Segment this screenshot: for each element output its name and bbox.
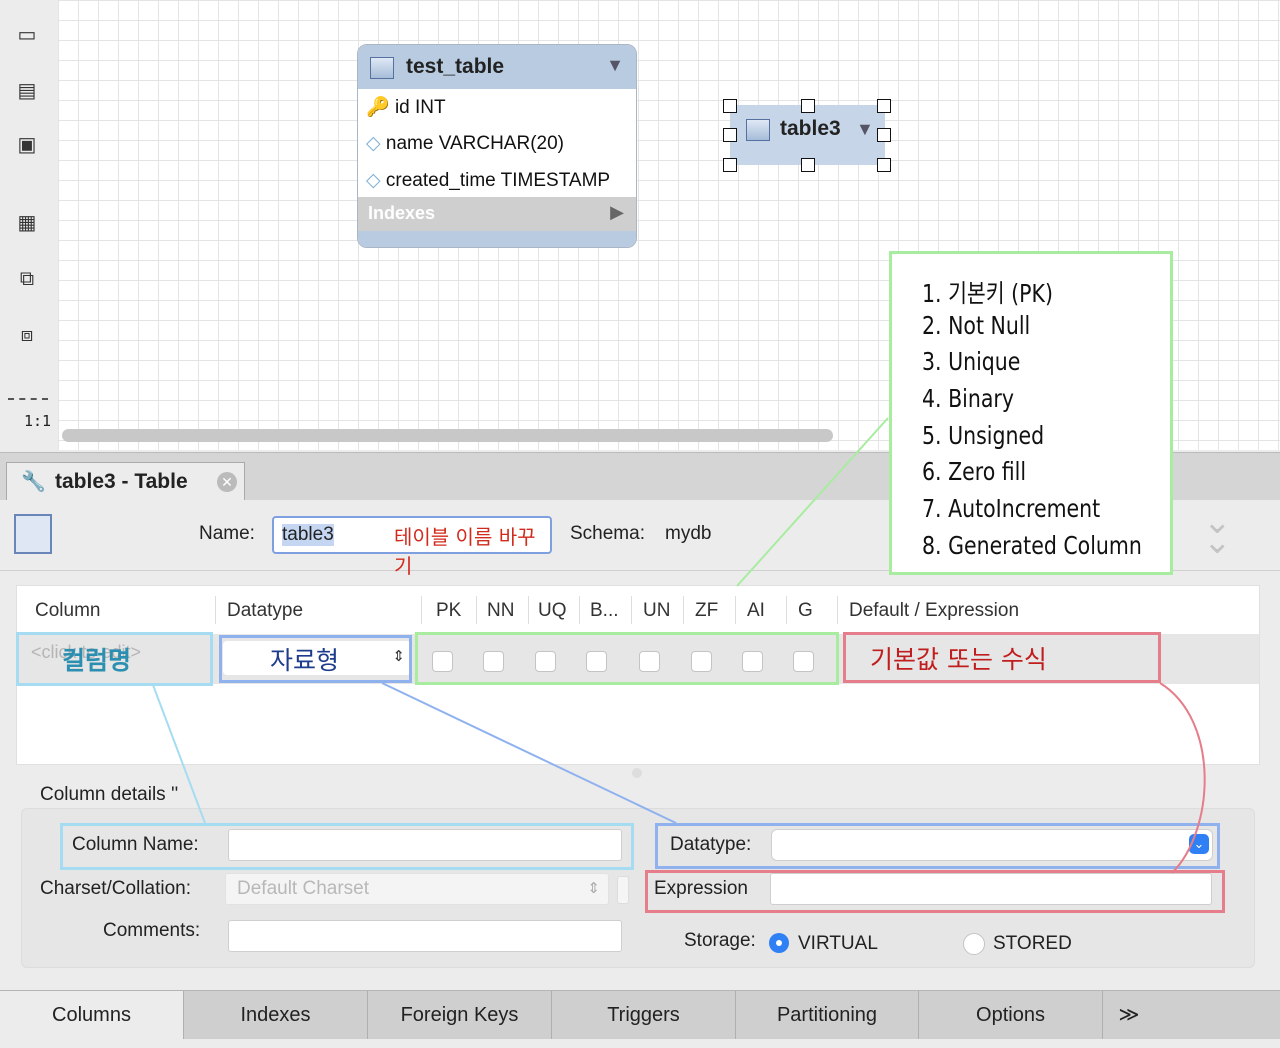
annotation-connectors [152, 417, 1206, 874]
flags-connector [736, 417, 889, 587]
more-tabs-icon[interactable]: ≫ [1103, 991, 1155, 1039]
column-connector [152, 684, 206, 824]
datatype-connector [381, 682, 677, 824]
tab-options[interactable]: Options [919, 991, 1103, 1039]
tab-triggers[interactable]: Triggers [552, 991, 736, 1039]
default-connector [1159, 682, 1206, 874]
tab-partitioning[interactable]: Partitioning [736, 991, 919, 1039]
tab-columns[interactable]: Columns [0, 991, 184, 1039]
editor-bottom-tabs: Columns Indexes Foreign Keys Triggers Pa… [0, 990, 1280, 1039]
tab-foreign-keys[interactable]: Foreign Keys [368, 991, 552, 1039]
tab-indexes[interactable]: Indexes [184, 991, 368, 1039]
